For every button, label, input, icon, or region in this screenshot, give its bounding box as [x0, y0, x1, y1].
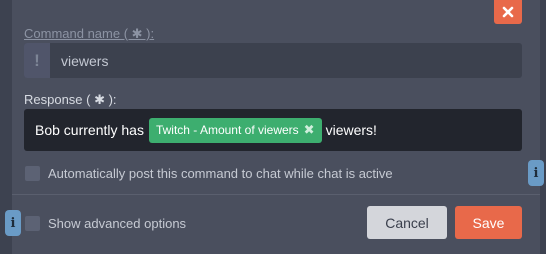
close-icon	[502, 6, 514, 18]
advanced-options-checkbox[interactable]	[25, 216, 40, 231]
info-icon[interactable]: i	[528, 160, 544, 186]
exclamation-icon: !	[24, 43, 50, 78]
save-button[interactable]: Save	[455, 206, 522, 239]
response-text-before: Bob currently has	[35, 122, 144, 138]
command-name-field[interactable]: ! viewers	[24, 43, 522, 78]
footer-divider	[12, 194, 540, 195]
tag-remove-icon[interactable]: ✖	[304, 122, 315, 138]
response-field[interactable]: Bob currently has Twitch - Amount of vie…	[24, 109, 522, 151]
variable-tag-label: Twitch - Amount of viewers	[155, 123, 299, 137]
advanced-options-label: Show advanced options	[48, 216, 187, 231]
command-name-label: Command name ( ✱ ):	[24, 26, 155, 41]
response-label: Response ( ✱ ):	[24, 92, 117, 107]
auto-post-checkbox[interactable]	[25, 166, 40, 181]
close-button[interactable]	[494, 0, 522, 24]
auto-post-label: Automatically post this command to chat …	[48, 166, 393, 181]
response-text-after: viewers!	[325, 122, 377, 138]
cancel-button[interactable]: Cancel	[367, 206, 447, 239]
variable-tag[interactable]: Twitch - Amount of viewers ✖	[148, 117, 322, 143]
command-name-value: viewers	[61, 52, 109, 69]
info-icon[interactable]: i	[5, 210, 21, 236]
